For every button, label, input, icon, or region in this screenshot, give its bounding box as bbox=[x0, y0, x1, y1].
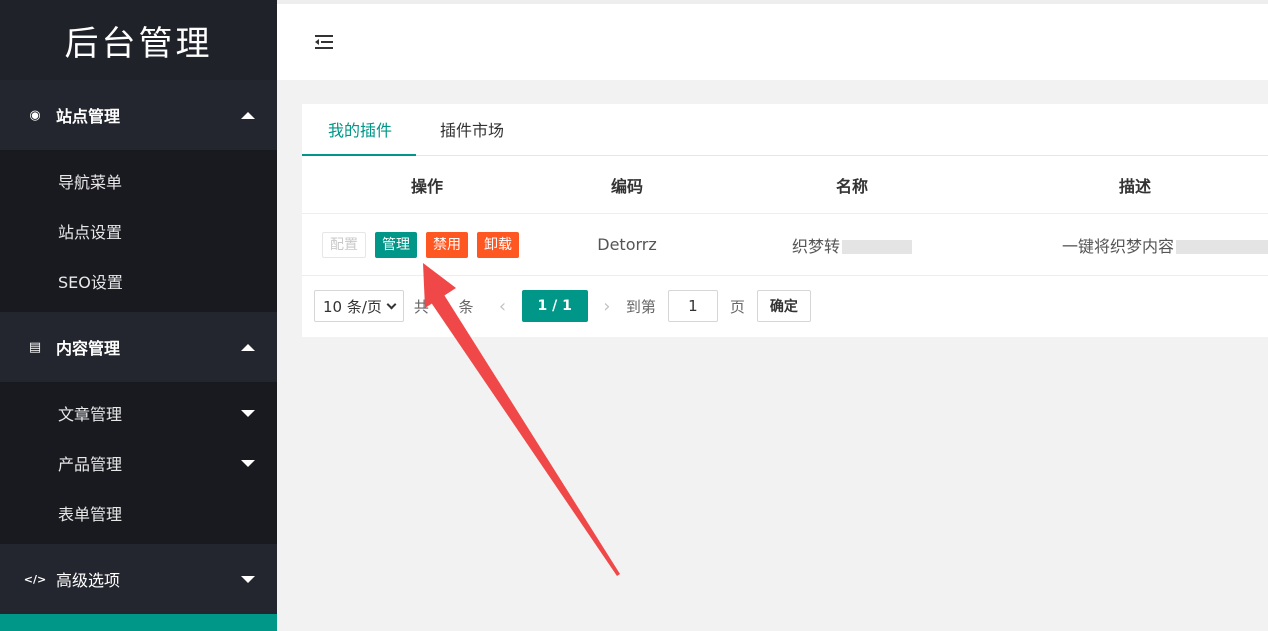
pagination: 10 条/页 共 1 条 ‹ 1 / 1 › 到第 页 确定 bbox=[302, 276, 1268, 336]
row-actions: 配置 管理 禁用 卸载 bbox=[302, 231, 552, 258]
document-icon: ▤ bbox=[28, 339, 42, 355]
total-suffix: 条 bbox=[458, 297, 474, 316]
manage-button[interactable]: 管理 bbox=[375, 231, 417, 258]
sidebar: 后台管理 ◉ 站点管理 导航菜单 站点设置 SEO设置 ▤ 内容管理 文章管理 … bbox=[0, 0, 277, 631]
row-description-cell: 一键将织梦内容 bbox=[1002, 233, 1268, 257]
sidebar-group-label: 高级选项 bbox=[56, 571, 121, 590]
row-name-cell: 织梦转 bbox=[702, 233, 1002, 257]
sidebar-submenu-site: 导航菜单 站点设置 SEO设置 bbox=[0, 150, 277, 312]
table-row: 配置 管理 禁用 卸载 Detorrz 织梦转 一键将织梦内容 bbox=[302, 214, 1268, 276]
confirm-button[interactable]: 确定 bbox=[756, 290, 811, 322]
sidebar-item-seo-settings[interactable]: SEO设置 bbox=[0, 256, 277, 306]
tab-bar: 我的插件 插件市场 bbox=[302, 104, 1268, 156]
sidebar-item-forms[interactable]: 表单管理 bbox=[0, 488, 277, 538]
page-size-select[interactable]: 10 条/页 bbox=[314, 290, 404, 322]
header-name: 名称 bbox=[835, 176, 868, 196]
header-code: 编码 bbox=[610, 176, 643, 196]
menu-fold-icon[interactable] bbox=[315, 34, 335, 50]
sidebar-active-item[interactable] bbox=[0, 614, 277, 631]
topbar bbox=[277, 0, 1268, 80]
sidebar-group-content[interactable]: ▤ 内容管理 bbox=[0, 312, 277, 382]
sidebar-group-label: 站点管理 bbox=[56, 107, 121, 126]
globe-icon: ◉ bbox=[29, 107, 41, 123]
tab-my-plugins[interactable]: 我的插件 bbox=[302, 103, 417, 156]
plugin-card: 我的插件 插件市场 操作 编码 名称 描述 配置 管理 禁用 卸载 Detorrz 织… bbox=[302, 104, 1268, 337]
row-code: Detorrz bbox=[597, 235, 657, 254]
next-page-icon[interactable]: › bbox=[596, 296, 618, 317]
sidebar-item-products[interactable]: 产品管理 bbox=[0, 438, 277, 488]
disable-button[interactable]: 禁用 bbox=[426, 231, 468, 258]
page-unit: 页 bbox=[729, 297, 745, 316]
table-header: 操作 编码 名称 描述 bbox=[302, 156, 1268, 214]
row-name: 织梦转 bbox=[791, 236, 840, 256]
row-description: 一键将织梦内容 bbox=[1062, 236, 1175, 256]
redacted-text bbox=[842, 240, 912, 254]
caret-up-icon bbox=[241, 343, 255, 351]
total-count: 1 bbox=[438, 297, 449, 315]
header-description: 描述 bbox=[1118, 176, 1151, 196]
caret-up-icon bbox=[241, 111, 255, 119]
sidebar-group-site[interactable]: ◉ 站点管理 bbox=[0, 80, 277, 150]
sidebar-group-advanced[interactable]: </> 高级选项 bbox=[0, 544, 277, 614]
caret-down-icon bbox=[241, 459, 255, 467]
current-page[interactable]: 1 / 1 bbox=[521, 290, 588, 322]
caret-down-icon bbox=[241, 409, 255, 417]
sidebar-group-label: 内容管理 bbox=[56, 339, 121, 358]
goto-page-input[interactable] bbox=[667, 290, 718, 322]
redacted-text bbox=[1176, 240, 1268, 254]
sidebar-item-articles[interactable]: 文章管理 bbox=[0, 388, 277, 438]
sidebar-submenu-content: 文章管理 产品管理 表单管理 bbox=[0, 382, 277, 544]
caret-down-icon bbox=[241, 575, 255, 583]
sidebar-item-nav-menu[interactable]: 导航菜单 bbox=[0, 156, 277, 206]
prev-page-icon[interactable]: ‹ bbox=[492, 296, 514, 317]
header-actions: 操作 bbox=[410, 176, 443, 196]
sidebar-item-site-settings[interactable]: 站点设置 bbox=[0, 206, 277, 256]
goto-label: 到第 bbox=[625, 297, 656, 316]
code-icon: </> bbox=[23, 572, 47, 586]
tab-plugin-market[interactable]: 插件市场 bbox=[416, 103, 528, 155]
logo: 后台管理 bbox=[0, 0, 277, 80]
uninstall-button[interactable]: 卸载 bbox=[477, 231, 519, 258]
total-prefix: 共 bbox=[413, 297, 429, 316]
chevron-down-icon bbox=[386, 299, 397, 309]
config-button[interactable]: 配置 bbox=[322, 231, 366, 258]
